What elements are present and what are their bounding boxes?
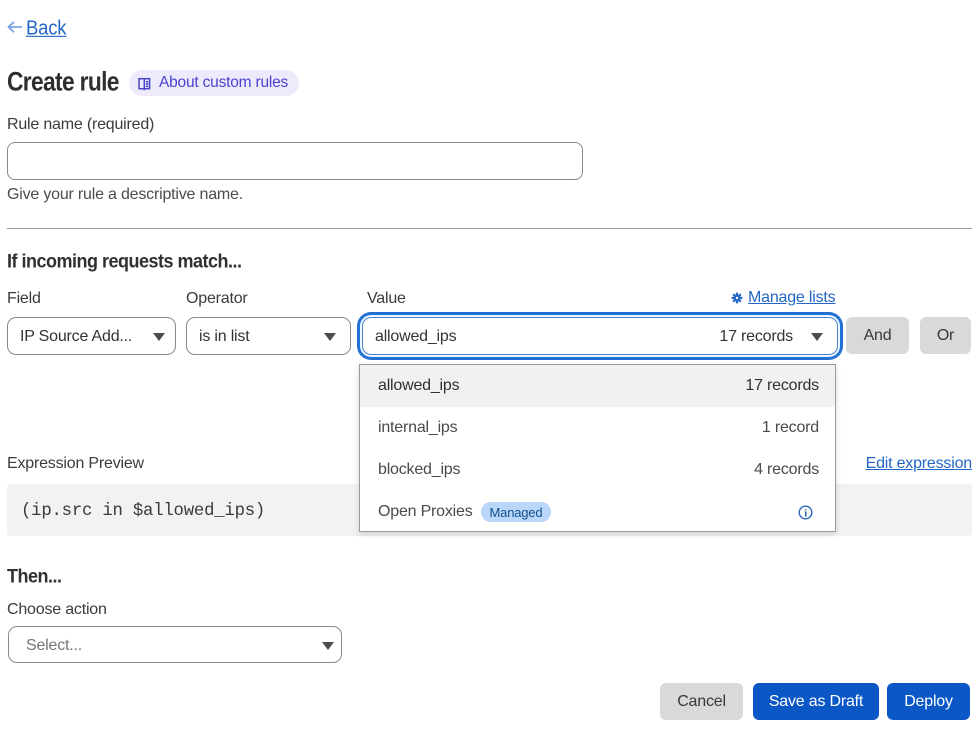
svg-text:i: i [804,507,807,519]
